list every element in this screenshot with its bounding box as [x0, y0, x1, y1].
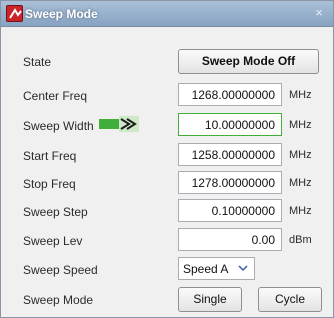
sweep-step-unit: MHz	[289, 205, 312, 217]
sweep-step-label: Sweep Step	[23, 205, 88, 219]
stop-freq-label: Stop Freq	[23, 177, 76, 191]
window-title: Sweep Mode	[25, 7, 98, 21]
sweep-speed-label: Sweep Speed	[23, 263, 98, 277]
sweep-step-input[interactable]: 0.10000000	[178, 199, 282, 222]
sweep-lev-unit: dBm	[289, 234, 312, 246]
sweep-speed-value: Speed A	[183, 262, 229, 276]
start-freq-label: Start Freq	[23, 149, 77, 163]
stop-freq-unit: MHz	[289, 177, 312, 189]
stop-freq-input[interactable]: 1278.00000000	[178, 171, 282, 194]
render-artifact	[99, 116, 139, 132]
title-bar[interactable]: Sweep Mode ×	[1, 1, 333, 27]
sweep-mode-label: Sweep Mode	[23, 293, 94, 307]
cycle-button[interactable]: Cycle	[258, 287, 322, 312]
state-label: State	[23, 55, 52, 69]
sweep-lev-input[interactable]: 0.00	[178, 228, 282, 251]
close-icon[interactable]: ×	[311, 5, 327, 21]
sweep-speed-select[interactable]: Speed A	[178, 257, 255, 280]
chevron-down-icon	[238, 262, 248, 274]
center-freq-label: Center Freq	[23, 89, 88, 103]
app-icon	[6, 5, 23, 22]
sweep-lev-label: Sweep Lev	[23, 234, 83, 248]
sweep-width-unit: MHz	[289, 119, 312, 131]
sweep-width-input[interactable]: 10.00000000	[178, 113, 282, 136]
center-freq-input[interactable]: 1268.00000000	[178, 83, 282, 106]
start-freq-unit: MHz	[289, 149, 312, 161]
sweep-mode-window: Sweep Mode × State Sweep Mode Off Center…	[0, 0, 334, 318]
sweep-mode-off-button[interactable]: Sweep Mode Off	[178, 49, 319, 74]
single-button[interactable]: Single	[178, 287, 242, 312]
start-freq-input[interactable]: 1258.00000000	[178, 143, 282, 166]
center-freq-unit: MHz	[289, 89, 312, 101]
sweep-width-label: Sweep Width	[23, 119, 94, 133]
